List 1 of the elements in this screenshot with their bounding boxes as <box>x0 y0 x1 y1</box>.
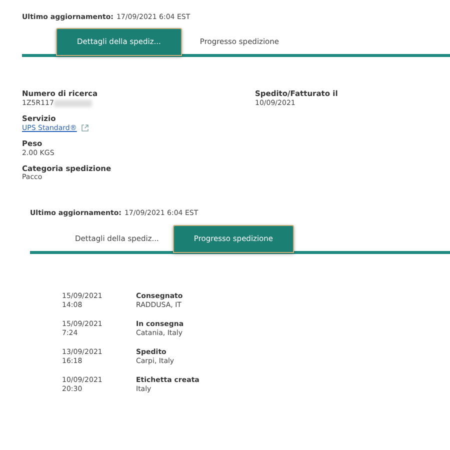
external-link-icon <box>80 124 89 132</box>
